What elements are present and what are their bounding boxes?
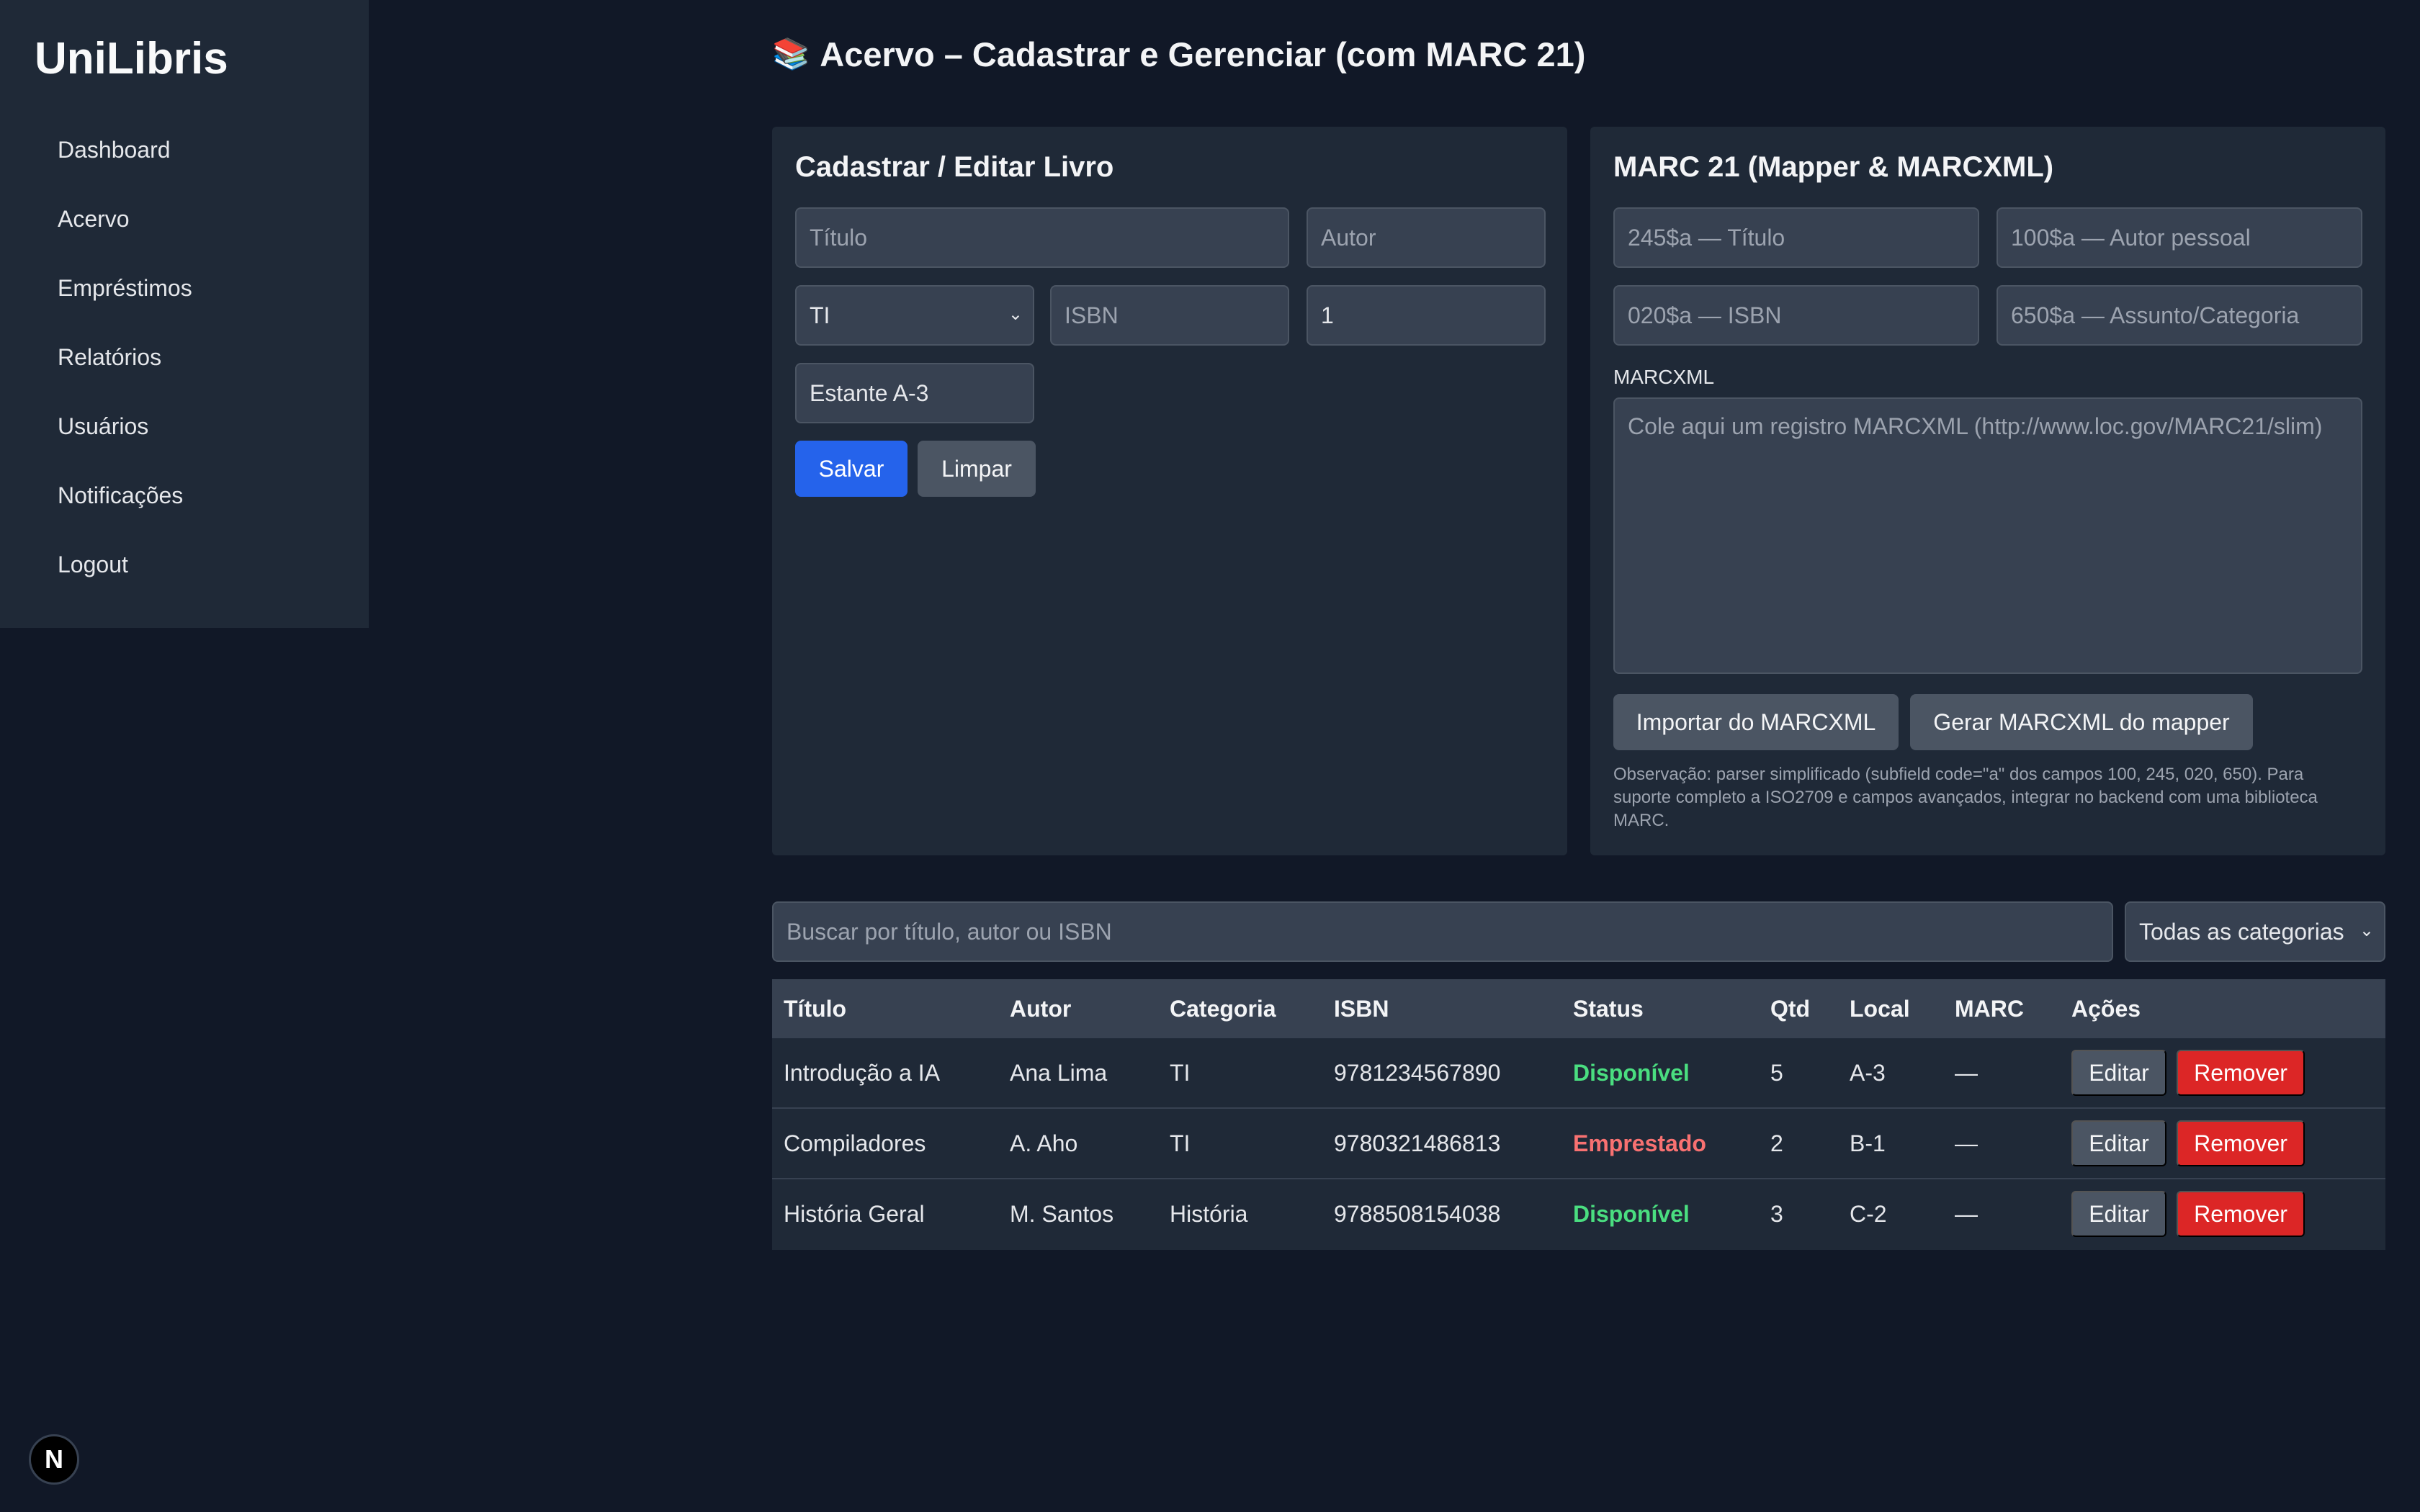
sidebar: UniLibris Dashboard Acervo Empréstimos R… (0, 0, 369, 628)
header-qtd: Qtd (1770, 996, 1811, 1022)
status-badge: Disponível (1573, 1201, 1690, 1227)
category-select-value: TI (810, 302, 830, 328)
page-title-text: Acervo – Cadastrar e Gerenciar (com MARC… (820, 35, 1586, 73)
sidebar-item-usuarios[interactable]: Usuários (58, 406, 192, 475)
header-autor: Autor (1010, 996, 1072, 1022)
category-select[interactable]: TI ⌄ (795, 285, 1034, 346)
marc-panel-title: MARC 21 (Mapper & MARCXML) (1613, 151, 2054, 183)
remove-button[interactable]: Remover (2177, 1050, 2305, 1096)
cell-isbn: 9788508154038 (1334, 1201, 1501, 1227)
marcxml-textarea[interactable]: Cole aqui um registro MARCXML (http://ww… (1613, 397, 2362, 674)
cell-marc: — (1955, 1201, 1978, 1227)
header-marc: MARC (1955, 996, 2024, 1022)
status-badge: Emprestado (1573, 1130, 1706, 1156)
table-row: Introdução a IA Ana Lima TI 978123456789… (772, 1038, 2385, 1109)
header-status: Status (1573, 996, 1644, 1022)
edit-button[interactable]: Editar (2071, 1050, 2166, 1096)
status-badge: Disponível (1573, 1060, 1690, 1086)
page-title: 📚 Acervo – Cadastrar e Gerenciar (com MA… (772, 35, 1585, 74)
sidebar-nav: Dashboard Acervo Empréstimos Relatórios … (58, 130, 192, 613)
location-input[interactable]: Estante A-3 (795, 363, 1034, 423)
sidebar-item-notificacoes[interactable]: Notificações (58, 475, 192, 544)
quantity-input[interactable]: 1 (1307, 285, 1546, 346)
header-acoes: Ações (2071, 996, 2141, 1022)
book-form-panel: Cadastrar / Editar Livro Título Autor TI… (772, 127, 1567, 855)
sidebar-item-emprestimos[interactable]: Empréstimos (58, 268, 192, 337)
category-filter-value: Todas as categorias (2139, 918, 2344, 945)
cell-isbn: 9780321486813 (1334, 1130, 1501, 1156)
cell-autor: A. Aho (1010, 1130, 1078, 1156)
cell-local: C-2 (1850, 1201, 1887, 1227)
marc-020-input[interactable]: 020$a — ISBN (1613, 285, 1979, 346)
chevron-down-icon: ⌄ (1008, 305, 1023, 324)
chevron-down-icon: ⌄ (2359, 921, 2374, 940)
sidebar-item-acervo[interactable]: Acervo (58, 199, 192, 268)
cell-titulo: Compiladores (784, 1130, 926, 1156)
cell-qtd: 5 (1770, 1060, 1783, 1086)
marc-panel: MARC 21 (Mapper & MARCXML) 245$a — Títul… (1590, 127, 2385, 855)
sidebar-item-logout[interactable]: Logout (58, 544, 192, 613)
cell-qtd: 2 (1770, 1130, 1783, 1156)
header-titulo: Título (784, 996, 847, 1022)
cell-categoria: História (1170, 1201, 1248, 1227)
cell-isbn: 9781234567890 (1334, 1060, 1501, 1086)
edit-button[interactable]: Editar (2071, 1191, 2166, 1237)
title-input[interactable]: Título (795, 207, 1289, 268)
edit-button[interactable]: Editar (2071, 1120, 2166, 1166)
books-table: Título Autor Categoria ISBN Status Qtd L… (772, 979, 2385, 1250)
cell-autor: M. Santos (1010, 1201, 1114, 1227)
header-local: Local (1850, 996, 1910, 1022)
cell-marc: — (1955, 1130, 1978, 1156)
category-filter-select[interactable]: Todas as categorias ⌄ (2125, 901, 2385, 962)
header-categoria: Categoria (1170, 996, 1276, 1022)
sidebar-item-dashboard[interactable]: Dashboard (58, 130, 192, 199)
cell-categoria: TI (1170, 1130, 1191, 1156)
books-icon: 📚 (772, 37, 810, 71)
clear-button[interactable]: Limpar (918, 441, 1036, 497)
cell-local: B-1 (1850, 1130, 1886, 1156)
cell-titulo: Introdução a IA (784, 1060, 941, 1086)
save-button[interactable]: Salvar (795, 441, 908, 497)
cell-local: A-3 (1850, 1060, 1886, 1086)
cell-autor: Ana Lima (1010, 1060, 1108, 1086)
marc-245-input[interactable]: 245$a — Título (1613, 207, 1979, 268)
cell-marc: — (1955, 1060, 1978, 1086)
marc-650-input[interactable]: 650$a — Assunto/Categoria (1996, 285, 2362, 346)
search-input[interactable]: Buscar por título, autor ou ISBN (772, 901, 2113, 962)
table-header: Título Autor Categoria ISBN Status Qtd L… (772, 979, 2385, 1038)
sidebar-item-relatorios[interactable]: Relatórios (58, 337, 192, 406)
marc-note: Observação: parser simplificado (subfiel… (1613, 765, 2318, 830)
cell-categoria: TI (1170, 1060, 1191, 1086)
remove-button[interactable]: Remover (2177, 1120, 2305, 1166)
cell-titulo: História Geral (784, 1201, 925, 1227)
cell-qtd: 3 (1770, 1201, 1783, 1227)
header-isbn: ISBN (1334, 996, 1389, 1022)
table-row: História Geral M. Santos História 978850… (772, 1179, 2385, 1250)
import-marcxml-button[interactable]: Importar do MARCXML (1613, 694, 1899, 750)
remove-button[interactable]: Remover (2177, 1191, 2305, 1237)
book-form-title: Cadastrar / Editar Livro (795, 151, 1114, 183)
marc-100-input[interactable]: 100$a — Autor pessoal (1996, 207, 2362, 268)
author-input[interactable]: Autor (1307, 207, 1546, 268)
marcxml-label: MARCXML (1613, 366, 1715, 388)
isbn-input[interactable]: ISBN (1050, 285, 1289, 346)
brand-logo[interactable]: UniLibris (35, 33, 228, 84)
table-row: Compiladores A. Aho TI 9780321486813 Emp… (772, 1109, 2385, 1179)
dev-tools-badge[interactable]: N (29, 1434, 79, 1485)
generate-marcxml-button[interactable]: Gerar MARCXML do mapper (1910, 694, 2253, 750)
